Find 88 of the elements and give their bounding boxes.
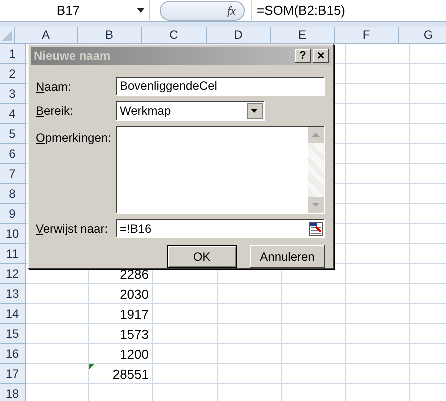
row-header[interactable]: 10 bbox=[0, 224, 26, 244]
row-header[interactable]: 11 bbox=[0, 244, 26, 264]
scope-dropdown[interactable]: Werkmap bbox=[116, 101, 265, 121]
column-header[interactable]: B bbox=[78, 27, 142, 43]
table-cell[interactable] bbox=[346, 144, 410, 164]
scroll-up-icon[interactable] bbox=[308, 127, 324, 143]
table-cell[interactable] bbox=[153, 304, 218, 324]
row-header[interactable]: 7 bbox=[0, 164, 26, 184]
scrollbar[interactable] bbox=[308, 127, 324, 213]
name-label: Naam: bbox=[36, 80, 72, 94]
table-cell[interactable] bbox=[26, 324, 89, 344]
column-header[interactable]: A bbox=[15, 27, 78, 43]
row-header[interactable]: 2 bbox=[0, 64, 26, 84]
table-cell[interactable] bbox=[153, 364, 218, 384]
dropdown-arrow-icon[interactable] bbox=[137, 8, 145, 13]
table-cell[interactable] bbox=[218, 304, 282, 324]
row-header[interactable]: 14 bbox=[0, 304, 26, 324]
table-cell[interactable] bbox=[346, 64, 410, 84]
table-cell[interactable] bbox=[282, 344, 346, 364]
row-header[interactable]: 5 bbox=[0, 124, 26, 144]
table-cell[interactable] bbox=[153, 324, 218, 344]
row-header[interactable]: 9 bbox=[0, 204, 26, 224]
scope-label: Bereik: bbox=[36, 104, 74, 118]
table-cell[interactable] bbox=[282, 324, 346, 344]
refers-to-label: Verwijst naar: bbox=[36, 222, 108, 236]
row-header[interactable]: 16 bbox=[0, 344, 26, 364]
table-cell[interactable]: 28551 bbox=[89, 364, 153, 384]
column-header[interactable]: F bbox=[335, 27, 399, 43]
table-cell[interactable] bbox=[26, 344, 89, 364]
row-header[interactable]: 15 bbox=[0, 324, 26, 344]
ok-button[interactable]: OK bbox=[167, 245, 237, 268]
table-cell[interactable] bbox=[346, 324, 410, 344]
dialog-title: Nieuwe naam bbox=[34, 48, 112, 65]
close-button[interactable]: × bbox=[313, 49, 329, 63]
table-cell[interactable] bbox=[346, 224, 410, 244]
row-header[interactable]: 18 bbox=[0, 384, 26, 401]
column-header[interactable]: D bbox=[207, 27, 271, 43]
table-cell[interactable] bbox=[282, 304, 346, 324]
table-cell[interactable] bbox=[346, 204, 410, 224]
table-cell[interactable]: 1573 bbox=[89, 324, 153, 344]
table-cell[interactable] bbox=[346, 264, 410, 284]
select-all-corner[interactable] bbox=[0, 27, 15, 43]
row-header[interactable]: 3 bbox=[0, 84, 26, 104]
table-cell[interactable] bbox=[346, 44, 410, 64]
column-header[interactable]: C bbox=[142, 27, 207, 43]
table-cell[interactable] bbox=[346, 364, 410, 384]
table-cell[interactable] bbox=[346, 304, 410, 324]
table-cell[interactable] bbox=[346, 124, 410, 144]
table-cell[interactable] bbox=[218, 364, 282, 384]
table-cell[interactable]: 2030 bbox=[89, 284, 153, 304]
table-cell[interactable] bbox=[346, 244, 410, 264]
table-cell[interactable] bbox=[153, 344, 218, 364]
row-header[interactable]: 6 bbox=[0, 144, 26, 164]
row-header[interactable]: 17 bbox=[0, 364, 26, 384]
column-header[interactable]: G bbox=[399, 27, 446, 43]
table-cell[interactable] bbox=[282, 364, 346, 384]
table-cell[interactable] bbox=[218, 344, 282, 364]
table-cell[interactable] bbox=[26, 364, 89, 384]
column-header[interactable]: E bbox=[271, 27, 335, 43]
refers-to-field[interactable]: =!B16 bbox=[116, 219, 325, 238]
row-header[interactable]: 12 bbox=[0, 264, 26, 284]
comments-field[interactable] bbox=[116, 126, 325, 214]
cancel-button[interactable]: Annuleren bbox=[250, 245, 325, 268]
name-field[interactable]: BovenliggendeCel bbox=[116, 77, 325, 96]
table-cell[interactable]: 1917 bbox=[89, 304, 153, 324]
table-cell[interactable] bbox=[346, 344, 410, 364]
row-header[interactable]: 4 bbox=[0, 104, 26, 124]
dropdown-arrow-icon[interactable] bbox=[247, 103, 263, 119]
table-cell[interactable]: 1200 bbox=[89, 344, 153, 364]
table-cell[interactable] bbox=[346, 164, 410, 184]
table-cell[interactable] bbox=[346, 184, 410, 204]
scroll-down-icon[interactable] bbox=[308, 197, 324, 213]
row-header[interactable]: 13 bbox=[0, 284, 26, 304]
row-header[interactable]: 1 bbox=[0, 44, 26, 64]
table-cell[interactable] bbox=[218, 284, 282, 304]
comments-label: Opmerkingen: bbox=[36, 131, 112, 145]
range-picker-icon[interactable] bbox=[309, 222, 323, 236]
table-cell[interactable] bbox=[218, 324, 282, 344]
row-header[interactable]: 8 bbox=[0, 184, 26, 204]
help-button[interactable]: ? bbox=[295, 49, 311, 63]
table-cell[interactable] bbox=[153, 284, 218, 304]
table-cell[interactable] bbox=[26, 284, 89, 304]
table-cell[interactable] bbox=[346, 84, 410, 104]
table-cell[interactable] bbox=[26, 304, 89, 324]
table-cell[interactable] bbox=[346, 284, 410, 304]
table-cell[interactable] bbox=[346, 104, 410, 124]
table-cell[interactable] bbox=[282, 284, 346, 304]
function-button[interactable]: fx bbox=[227, 2, 236, 20]
